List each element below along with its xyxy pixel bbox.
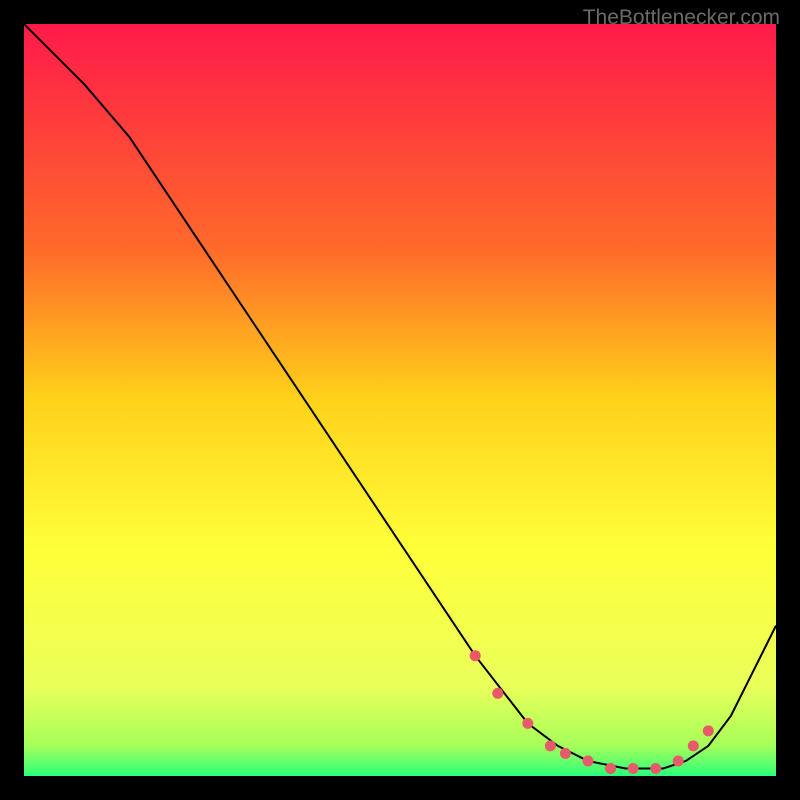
chart-point <box>583 756 594 767</box>
chart-svg <box>24 24 776 776</box>
chart-point <box>650 763 661 774</box>
chart-point <box>470 650 481 661</box>
watermark-text: TheBottlenecker.com <box>583 6 780 30</box>
chart-point <box>703 725 714 736</box>
chart-plot-area <box>24 24 776 776</box>
chart-point <box>492 688 503 699</box>
chart-background <box>24 24 776 776</box>
chart-point <box>522 718 533 729</box>
chart-point <box>673 756 684 767</box>
chart-point <box>545 740 556 751</box>
chart-point <box>628 763 639 774</box>
chart-point <box>688 740 699 751</box>
chart-point <box>605 763 616 774</box>
chart-point <box>560 748 571 759</box>
